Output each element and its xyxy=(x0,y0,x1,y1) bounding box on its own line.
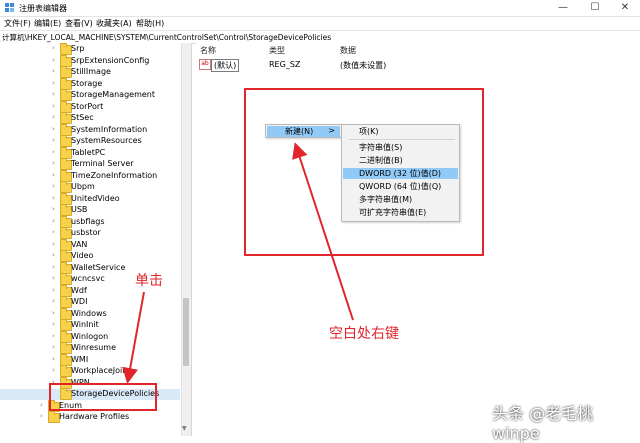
click-annotation: 单击 xyxy=(135,273,163,289)
watermark: 头条 @老毛桃winpe xyxy=(492,404,594,443)
right-click-annotation: 空白处右键 xyxy=(329,326,399,342)
annotation-arrows xyxy=(122,142,354,384)
